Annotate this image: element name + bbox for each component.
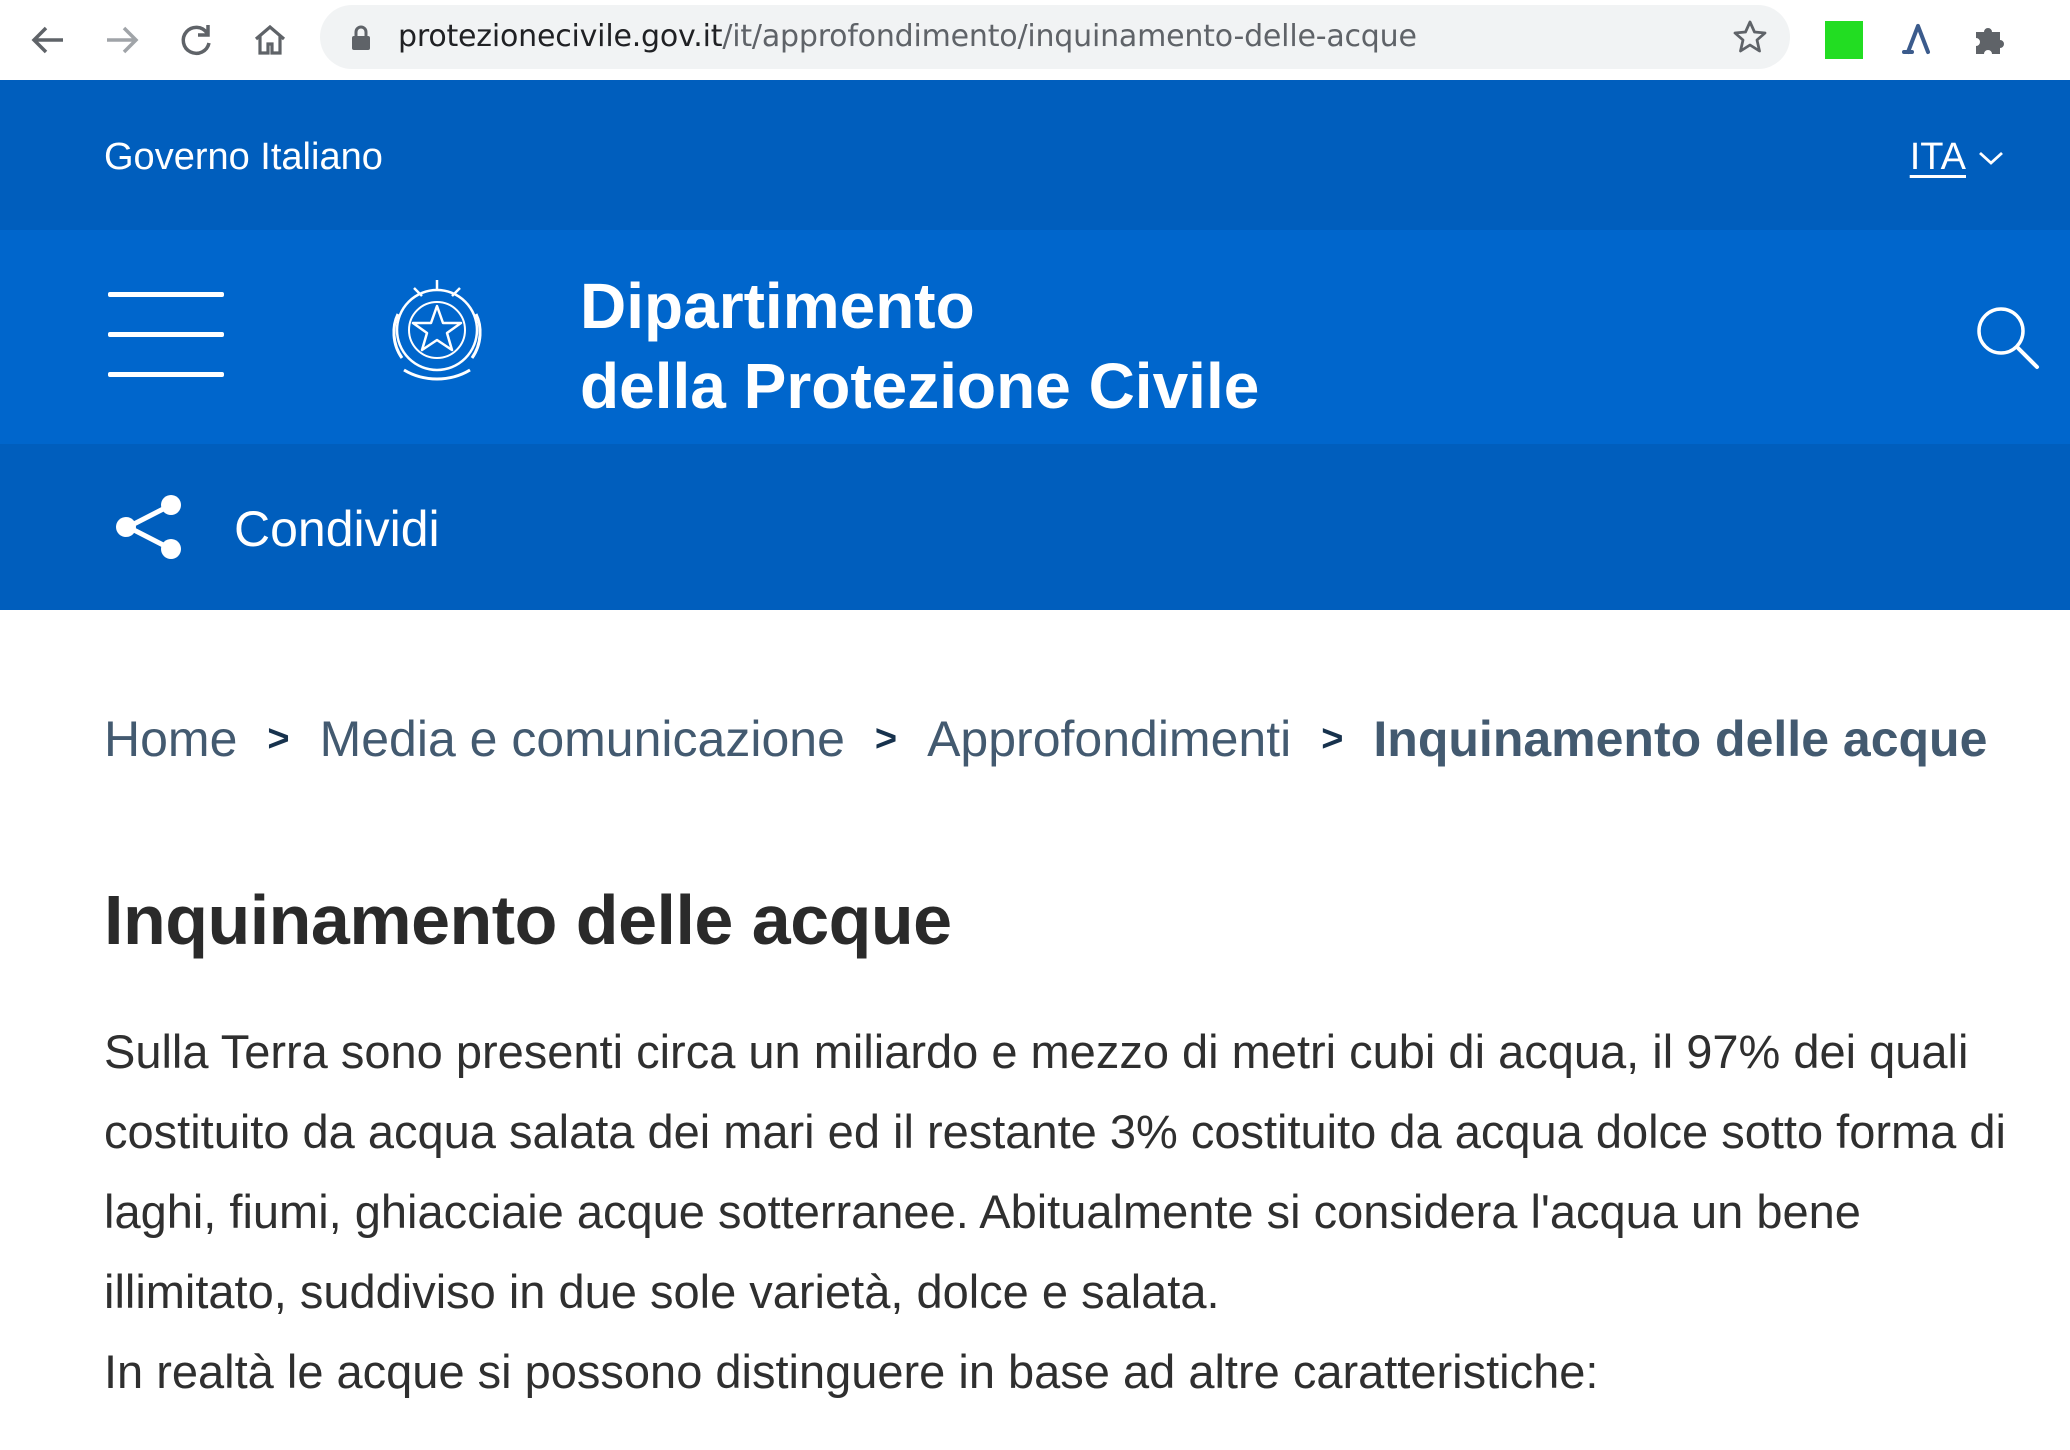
puzzle-icon [1976,28,2004,54]
breadcrumb-approfondimenti[interactable]: Approfondimenti [927,710,1291,768]
menu-line-icon [108,292,224,297]
share-icon [116,495,181,559]
menu-line-icon [108,332,224,337]
chevron-down-icon [1979,151,2003,165]
extension-tool-button[interactable] [1894,18,1938,62]
government-bar: Governo Italiano ITA [0,80,2070,230]
breadcrumb-current: Inquinamento delle acque [1373,711,1988,767]
extensions-menu-button[interactable] [1966,18,2010,62]
url-text: protezionecivile.gov.it/it/approfondimen… [398,19,1417,54]
forward-button[interactable] [96,14,148,66]
arrow-left-icon [31,26,63,54]
article-paragraph: Sulla Terra sono presenti circa un milia… [104,1025,2006,1318]
reload-icon [181,25,211,56]
bookmark-star-icon[interactable] [1732,19,1768,55]
republic-emblem-icon [392,280,482,381]
breadcrumb-separator: > [874,717,898,760]
article-paragraph: In realtà le acque si possono distinguer… [104,1345,1599,1398]
share-label: Condividi [234,501,440,557]
breadcrumb-separator: > [1321,717,1344,760]
green-square-icon [1825,21,1863,59]
reload-button[interactable] [170,14,222,66]
language-label: ITA [1909,136,1966,178]
home-button[interactable] [244,14,296,66]
breadcrumb-media[interactable]: Media e comunicazione [320,710,845,768]
home-icon [254,24,286,55]
menu-line-icon [108,372,224,377]
back-button[interactable] [22,14,74,66]
breadcrumb-home[interactable]: Home [104,710,237,768]
search-icon[interactable] [1974,304,2040,370]
menu-button[interactable] [108,292,224,378]
lock-icon [352,25,370,50]
extension-green-button[interactable] [1822,18,1866,62]
site-title[interactable]: Dipartimento della Protezione Civile [580,266,1259,426]
breadcrumb-separator: > [267,717,290,760]
site-title-line1: Dipartimento [580,270,975,342]
page-title: Inquinamento delle acque [104,881,952,959]
breadcrumb: Home > Media e comunicazione > Approfond… [104,710,1987,768]
site-header: Dipartimento della Protezione Civile [0,230,2070,444]
share-bar[interactable]: Condividi [0,444,2070,610]
tool-extension-icon [1902,24,1930,54]
government-label[interactable]: Governo Italiano [104,136,383,179]
browser-toolbar: protezionecivile.gov.it/it/approfondimen… [0,0,2070,81]
language-selector[interactable]: ITA [1910,136,2004,179]
site-title-line2: della Protezione Civile [580,350,1260,422]
address-bar[interactable]: protezionecivile.gov.it/it/approfondimen… [320,5,1790,69]
arrow-right-icon [107,26,139,54]
article-body: Sulla Terra sono presenti circa un milia… [104,1012,2024,1412]
